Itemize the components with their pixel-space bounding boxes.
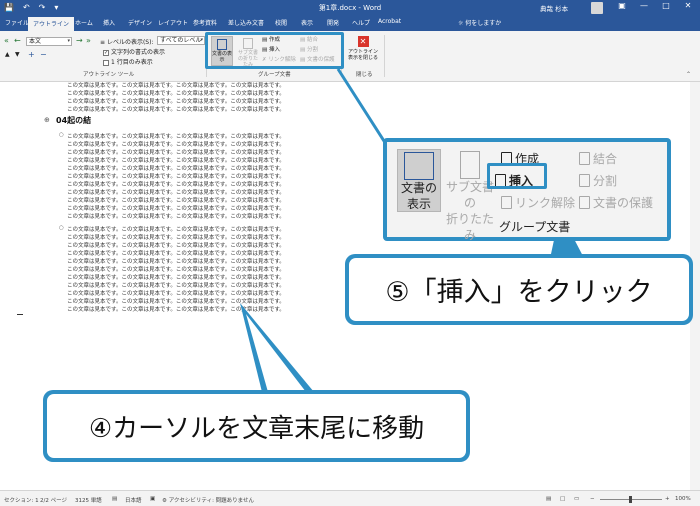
zoom-in-icon[interactable]: + [665, 496, 670, 502]
unused-connector [205, 55, 234, 66]
status-language[interactable]: 日本語 [125, 496, 142, 504]
lock-icon [579, 196, 590, 209]
proofing-icon[interactable]: ▤ [112, 496, 117, 502]
status-section[interactable]: セクション: 1 [4, 496, 39, 504]
zoom-split-button: 分割 [579, 172, 617, 189]
zoom-show-document-label-1: 文書の [400, 181, 437, 195]
unlink-icon [501, 196, 512, 209]
status-accessibility[interactable]: ⚙ アクセシビリティ: 問題ありません [162, 496, 254, 504]
zoom-show-document-label-2: 表示 [406, 197, 431, 211]
split-icon [579, 174, 590, 187]
zoom-unlink-button: リンク解除 [501, 194, 575, 211]
zoom-group-label: グループ文書 [499, 220, 571, 234]
step4-callout-body: ④カーソルを文章末尾に移動 [47, 394, 466, 458]
step4-callout: ④カーソルを文章末尾に移動 [43, 390, 470, 462]
zoom-slider-thumb[interactable] [629, 496, 632, 503]
subdocument-icon [460, 151, 480, 179]
print-layout-icon[interactable]: □ [560, 496, 565, 502]
step5-text: ⑤「挿入」をクリック [385, 277, 653, 308]
document-icon [404, 152, 434, 180]
accessibility-icon: ⚙ [162, 498, 169, 504]
zoomed-ribbon-callout: 文書の 表示 サブ文書の 折りたたみ 作成 挿入 リンク解除 結合 分割 文書の… [383, 138, 671, 242]
step5-callout: ⑤「挿入」をクリック [345, 254, 693, 325]
step4-text: ④カーソルを文章末尾に移動 [88, 413, 425, 444]
status-page[interactable]: 2/2 ページ [40, 496, 67, 504]
status-zoom-level[interactable]: 100% [675, 496, 691, 502]
zoom-connector-line [336, 68, 394, 143]
zoom-out-icon[interactable]: − [590, 496, 595, 502]
insert-highlight-box [487, 163, 547, 189]
status-words[interactable]: 3125 単語 [75, 496, 102, 504]
status-bar: セクション: 1 2/2 ページ 3125 単語 ▤ 日本語 ▣ ⚙ アクセシビ… [0, 490, 700, 506]
zoomed-ribbon-panel: 文書の 表示 サブ文書の 折りたたみ 作成 挿入 リンク解除 結合 分割 文書の… [387, 142, 667, 242]
read-mode-icon[interactable]: ▤ [546, 496, 551, 502]
web-layout-icon[interactable]: ▭ [574, 496, 579, 502]
zoom-lock-button: 文書の保護 [579, 194, 653, 211]
merge-icon [579, 152, 590, 165]
zoom-collapse-label-2: 折りたたみ [445, 212, 494, 242]
zoom-merge-button: 結合 [579, 150, 617, 167]
macro-icon[interactable]: ▣ [150, 496, 155, 502]
zoom-show-document-button: 文書の 表示 [397, 149, 441, 212]
step5-callout-body: ⑤「挿入」をクリック [349, 258, 689, 321]
